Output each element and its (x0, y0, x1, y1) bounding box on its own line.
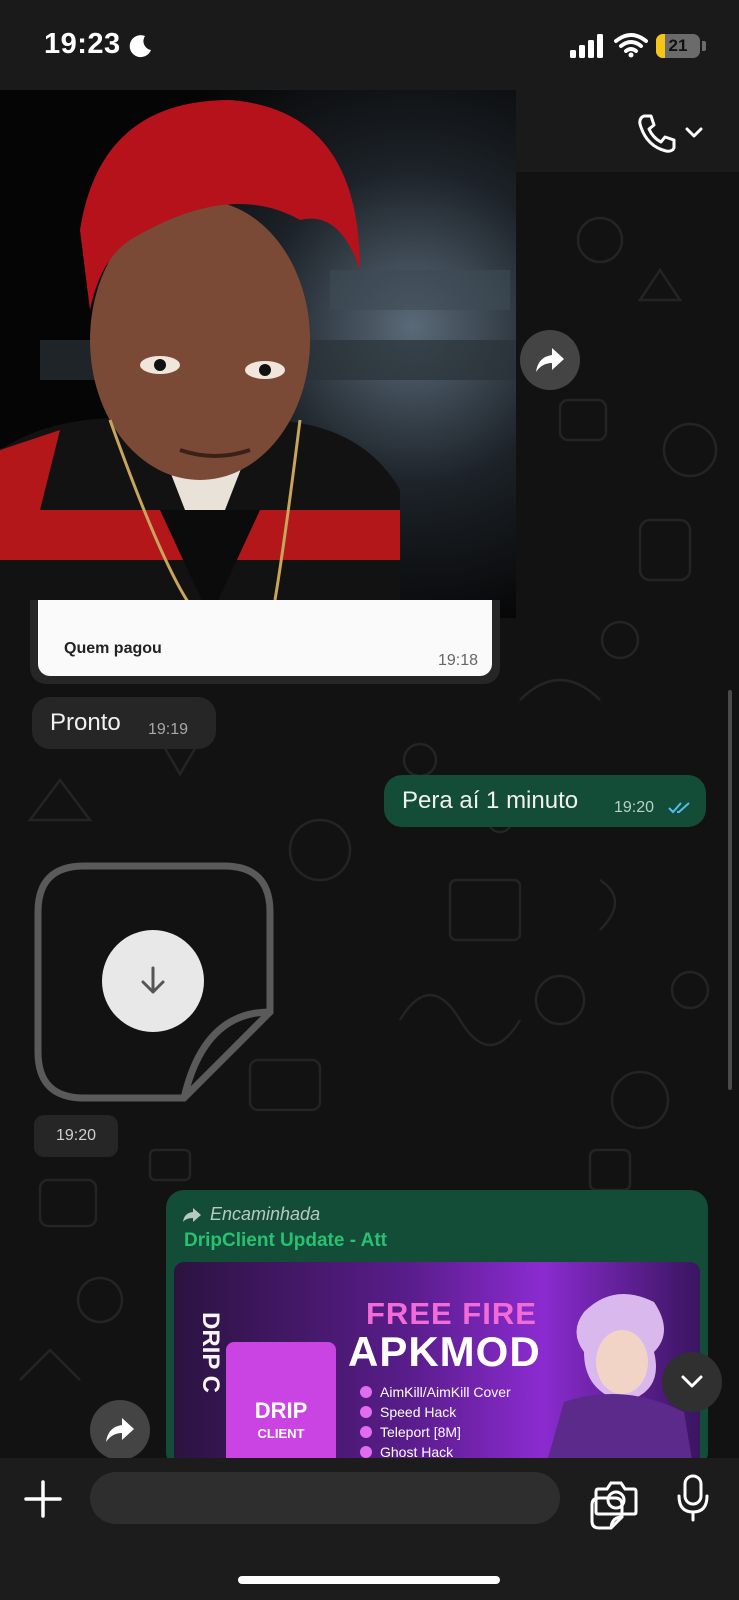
forward-icon (106, 1418, 134, 1442)
message-time: 19:20 (55, 1127, 97, 1144)
read-receipt-icon (668, 802, 690, 814)
promo-feature: Teleport [8M] (360, 1422, 511, 1442)
cellular-signal-icon (570, 34, 603, 58)
message-time: 19:19 (148, 721, 189, 738)
battery-percent: 21 (668, 36, 688, 55)
chevron-down-icon (681, 1375, 703, 1388)
promo-feature: AimKill/AimKill Cover (360, 1382, 511, 1402)
moon-icon (129, 35, 151, 58)
download-button[interactable] (102, 930, 204, 1032)
message-text: Pera aí 1 minuto (402, 787, 579, 814)
phone-icon (638, 114, 676, 153)
camera-icon[interactable] (594, 1480, 638, 1516)
home-indicator[interactable] (238, 1576, 500, 1584)
call-button[interactable] (636, 110, 708, 154)
forward-button[interactable] (520, 330, 580, 390)
photo-message-image[interactable] (0, 90, 516, 618)
forward-icon (536, 348, 564, 372)
message-text: Pronto (50, 709, 121, 736)
promo-feature: Speed Hack (360, 1402, 511, 1422)
promo-headline: FREE FIRE (366, 1296, 537, 1331)
forwarded-label: Encaminhada (210, 1204, 321, 1224)
link-preview-body: Quem pagou 19:18 (38, 600, 492, 676)
sender-title: DripClient Update - Att (184, 1230, 388, 1251)
message-time: 19:20 (614, 799, 655, 816)
microphone-icon[interactable] (676, 1474, 710, 1522)
forward-button[interactable] (90, 1400, 150, 1460)
drip-client-logo: DRIP CLIENT (226, 1342, 336, 1470)
forwarded-message-bubble[interactable]: Encaminhada DripClient Update - Att DRIP… (166, 1190, 708, 1470)
download-arrow-icon (141, 966, 165, 994)
message-time: 19:18 (437, 652, 478, 669)
message-input[interactable] (90, 1472, 624, 1530)
status-time: 19:23 (44, 28, 121, 60)
link-preview-card[interactable]: Quem pagou 19:18 (30, 600, 500, 684)
outgoing-message-bubble[interactable]: Pera aí 1 minuto 19:20 (384, 775, 706, 827)
battery-cap (702, 41, 706, 51)
portrait-photo (0, 90, 516, 618)
chevron-down-icon (685, 127, 703, 138)
incoming-message-bubble[interactable]: Pronto 19:19 (32, 697, 216, 749)
forwarded-image[interactable]: DRIP C DRIP CLIENT FREE FIRE APKMOD AimK… (174, 1262, 700, 1470)
promo-subheadline: APKMOD (348, 1328, 541, 1375)
promo-feature-list: AimKill/AimKill Cover Speed Hack Telepor… (360, 1382, 511, 1462)
status-bar: 19:23 21 (0, 0, 739, 92)
brand-vertical-text: DRIP C (197, 1312, 224, 1393)
scroll-to-bottom-button[interactable] (662, 1352, 722, 1412)
forwarded-icon (183, 1208, 201, 1222)
link-preview-title: Quem pagou (64, 640, 162, 657)
plus-icon[interactable] (24, 1480, 62, 1518)
wifi-icon (614, 33, 648, 58)
sticker-timestamp: 19:20 (34, 1115, 118, 1157)
chat-scrollbar[interactable] (728, 690, 732, 1090)
battery-icon: 21 (656, 34, 700, 58)
